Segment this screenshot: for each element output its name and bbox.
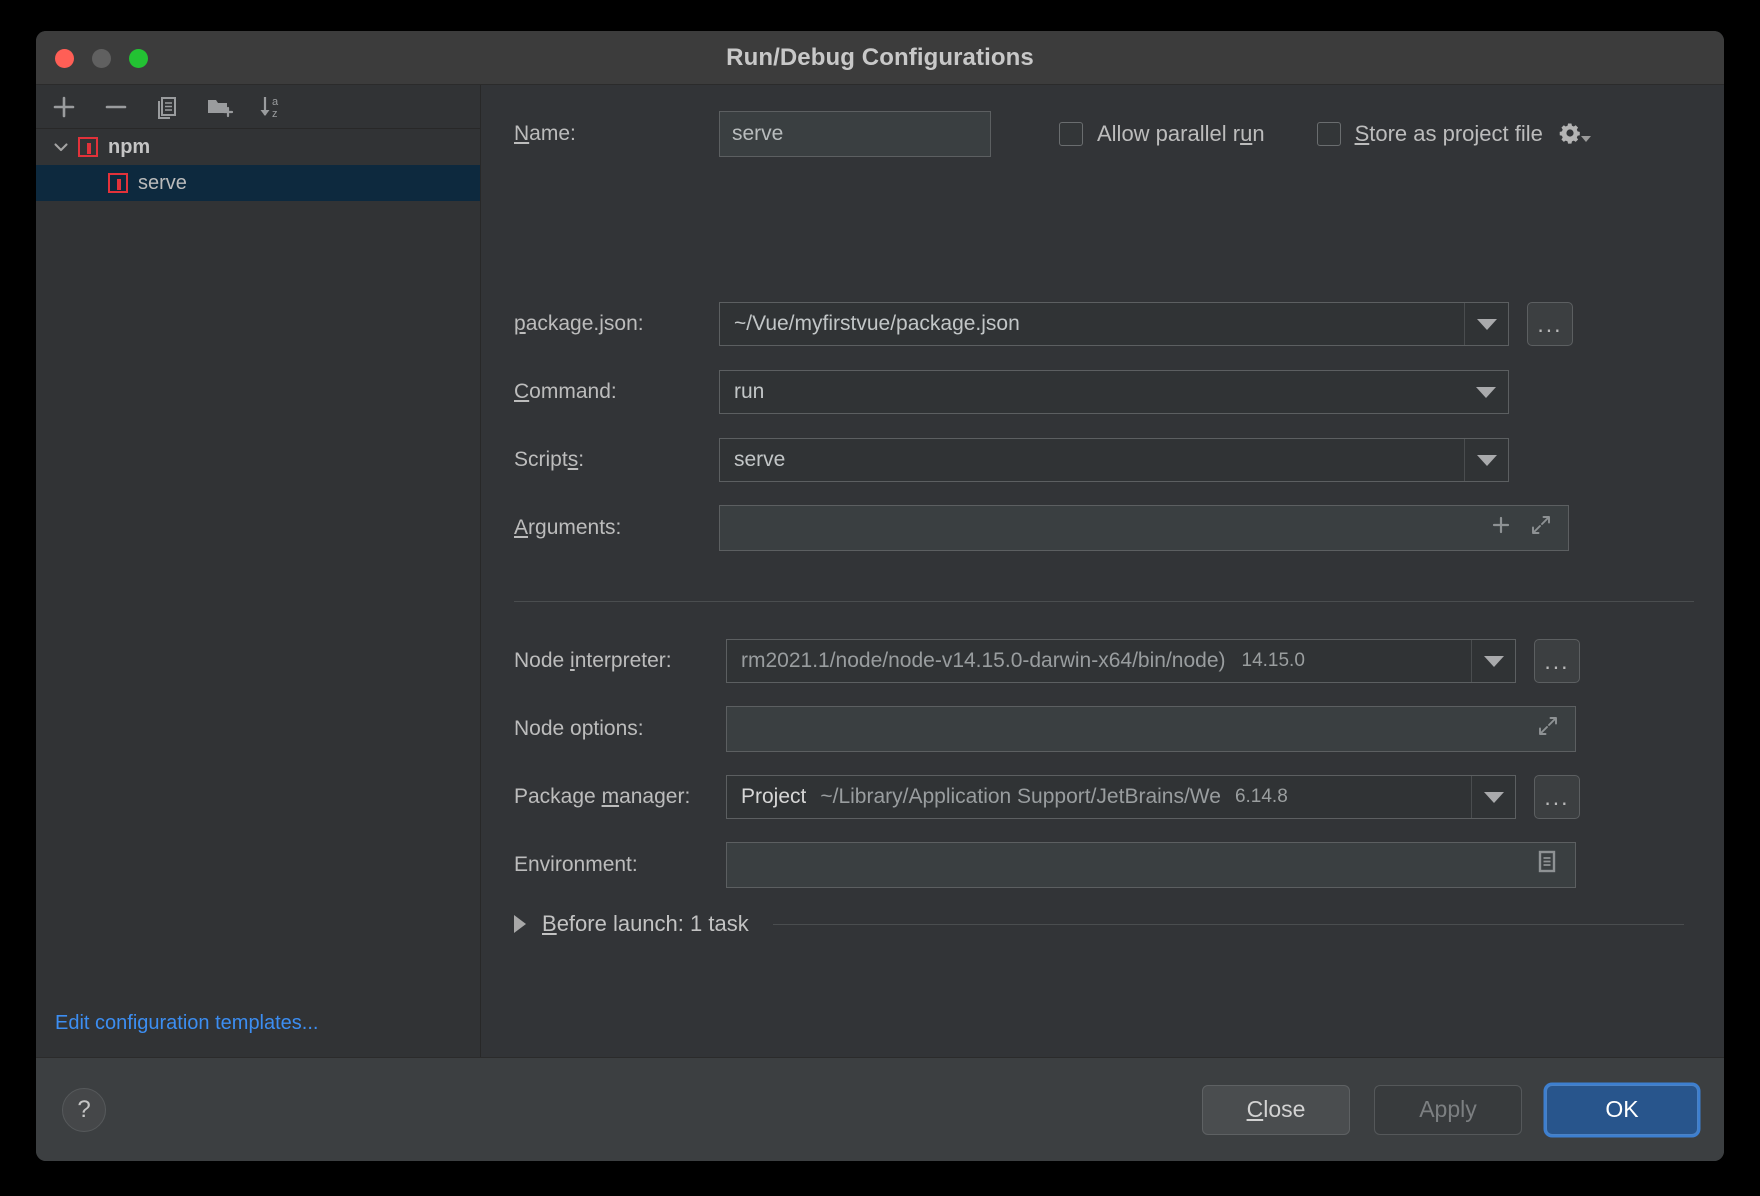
add-configuration-button[interactable] <box>49 92 79 122</box>
before-launch-section[interactable]: Before launch: 1 task <box>514 911 1694 937</box>
name-input[interactable]: serve <box>719 111 991 157</box>
command-label: Command: <box>514 380 617 403</box>
arguments-label: Arguments: <box>514 516 622 539</box>
package-manager-label: Package manager: <box>514 785 691 808</box>
ok-button[interactable]: OK <box>1546 1084 1698 1135</box>
scripts-row: Scripts: serve <box>481 437 1724 483</box>
tree-node-label: npm <box>108 135 151 158</box>
save-configuration-button[interactable] <box>205 92 235 122</box>
node-interpreter-row: Node interpreter: rm2021.1/node/node-v14… <box>481 638 1724 684</box>
dialog-footer: ? Close Apply OK <box>36 1057 1724 1161</box>
package-manager-row: Package manager: Project ~/Library/Appli… <box>481 774 1724 820</box>
apply-button[interactable]: Apply <box>1374 1084 1522 1135</box>
scripts-combo[interactable]: serve <box>719 438 1509 482</box>
checkbox-box[interactable] <box>1059 122 1083 146</box>
configurations-toolbar: a z <box>36 85 480 129</box>
chevron-down-icon[interactable] <box>1464 371 1508 413</box>
node-options-label: Node options: <box>514 717 644 740</box>
chevron-down-icon[interactable] <box>48 134 74 160</box>
store-as-project-file-checkbox[interactable]: Store as project file <box>1316 121 1543 147</box>
tree-node-npm[interactable]: npm <box>36 129 480 165</box>
command-row: Command: run <box>481 369 1724 415</box>
chevron-down-icon[interactable] <box>1464 303 1508 345</box>
plus-icon[interactable] <box>1490 514 1512 542</box>
store-as-project-file-label: Store as project file <box>1354 121 1543 146</box>
arguments-row: Arguments: <box>481 505 1724 551</box>
package-json-row: package.json: ~/Vue/myfirstvue/package.j… <box>481 301 1724 347</box>
run-debug-configurations-dialog: Run/Debug Configurations a z npm serve E… <box>36 31 1724 1161</box>
node-options-input[interactable] <box>726 706 1576 752</box>
configurations-panel: a z npm serve Edit configuration templat… <box>36 85 481 1057</box>
dialog-body: a z npm serve Edit configuration templat… <box>36 85 1724 1057</box>
configurations-tree[interactable]: npm serve <box>36 129 480 1057</box>
configuration-form: Name: serve Allow parallel run Store as … <box>481 85 1724 1057</box>
node-interpreter-label: Node interpreter: <box>514 649 672 672</box>
before-launch-label: Before launch: 1 task <box>542 911 749 936</box>
arguments-input[interactable] <box>719 505 1569 551</box>
chevron-down-icon[interactable] <box>1471 776 1515 818</box>
section-separator <box>514 601 1694 602</box>
footer-button-group: Close Apply OK <box>1202 1084 1698 1135</box>
expand-icon[interactable] <box>1530 514 1552 542</box>
npm-icon <box>108 173 128 193</box>
allow-parallel-run-label: Allow parallel run <box>1097 121 1265 146</box>
name-row: Name: serve Allow parallel run Store as … <box>481 109 1724 159</box>
package-manager-combo[interactable]: Project ~/Library/Application Support/Je… <box>726 775 1516 819</box>
package-json-browse-button[interactable]: ... <box>1527 302 1573 346</box>
close-button[interactable]: Close <box>1202 1084 1350 1135</box>
svg-text:z: z <box>272 108 278 120</box>
allow-parallel-run-checkbox[interactable]: Allow parallel run <box>1059 121 1265 147</box>
environment-input[interactable] <box>726 842 1576 888</box>
chevron-down-icon[interactable] <box>1464 439 1508 481</box>
npm-icon <box>78 137 98 157</box>
package-json-combo[interactable]: ~/Vue/myfirstvue/package.json <box>719 302 1509 346</box>
scripts-label: Scripts: <box>514 448 585 471</box>
environment-row: Environment: <box>481 842 1724 888</box>
gear-icon[interactable] <box>1557 121 1592 147</box>
help-button[interactable]: ? <box>62 1087 106 1132</box>
command-combo[interactable]: run <box>719 370 1509 414</box>
chevron-right-icon[interactable] <box>514 915 526 933</box>
remove-configuration-button[interactable] <box>101 92 131 122</box>
checkbox-box[interactable] <box>1316 122 1341 146</box>
node-options-row: Node options: <box>481 706 1724 752</box>
edit-configuration-templates-link[interactable]: Edit configuration templates... <box>55 1012 318 1035</box>
tree-node-serve[interactable]: serve <box>36 165 480 201</box>
copy-configuration-button[interactable] <box>153 92 183 122</box>
name-label: Name: <box>514 122 576 145</box>
before-launch-separator <box>772 923 1684 925</box>
node-interpreter-combo[interactable]: rm2021.1/node/node-v14.15.0-darwin-x64/b… <box>726 639 1516 683</box>
tree-node-label: serve <box>138 171 187 194</box>
node-interpreter-browse-button[interactable]: ... <box>1534 639 1580 683</box>
list-document-icon[interactable] <box>1535 849 1559 881</box>
dialog-title: Run/Debug Configurations <box>726 44 1034 71</box>
svg-text:a: a <box>272 96 279 108</box>
package-json-label: package.json: <box>514 312 644 335</box>
package-manager-browse-button[interactable]: ... <box>1534 775 1580 819</box>
expand-icon[interactable] <box>1537 715 1559 743</box>
sort-az-button[interactable]: a z <box>257 92 287 122</box>
chevron-down-icon[interactable] <box>1471 640 1515 682</box>
title-bar: Run/Debug Configurations <box>36 31 1724 85</box>
environment-label: Environment: <box>514 853 638 876</box>
